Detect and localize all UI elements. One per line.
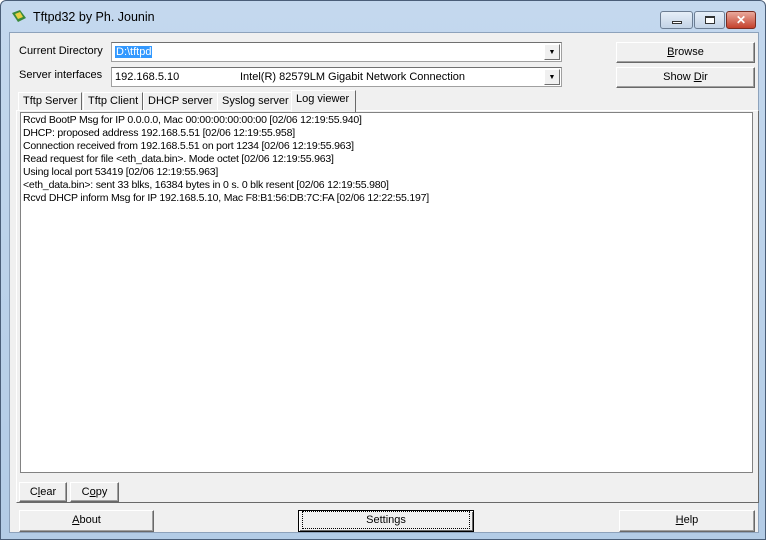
chevron-down-icon[interactable]: ▼ xyxy=(544,44,560,60)
log-line: Connection received from 192.168.5.51 on… xyxy=(23,140,354,152)
log-textarea[interactable]: Rcvd BootP Msg for IP 0.0.0.0, Mac 00:00… xyxy=(20,112,753,473)
app-icon xyxy=(12,10,26,22)
log-line: Read request for file <eth_data.bin>. Mo… xyxy=(23,153,334,165)
current-directory-value[interactable]: D:\tftpd xyxy=(115,46,153,58)
window-title: Tftpd32 by Ph. Jounin xyxy=(33,10,155,24)
server-interfaces-combo[interactable]: 192.168.5.10 Intel(R) 82579LM Gigabit Ne… xyxy=(111,67,562,87)
clear-button[interactable]: Clear xyxy=(19,482,67,502)
log-line: Rcvd BootP Msg for IP 0.0.0.0, Mac 00:00… xyxy=(23,114,362,126)
minimize-icon xyxy=(672,21,682,24)
tab-tftp-client[interactable]: Tftp Client xyxy=(83,92,144,111)
close-button[interactable]: ✕ xyxy=(726,11,756,29)
help-button[interactable]: Help xyxy=(619,510,755,532)
log-line: DHCP: proposed address 192.168.5.51 [02/… xyxy=(23,127,295,139)
maximize-button[interactable] xyxy=(694,11,725,29)
tab-log-viewer[interactable]: Log viewer xyxy=(291,90,356,112)
about-button[interactable]: About xyxy=(19,510,154,532)
server-interfaces-label: Server interfaces xyxy=(19,69,103,81)
current-directory-label: Current Directory xyxy=(19,45,103,57)
maximize-icon xyxy=(705,16,715,24)
show-dir-button[interactable]: Show Dir xyxy=(616,67,755,88)
log-line: Rcvd DHCP inform Msg for IP 192.168.5.10… xyxy=(23,192,429,204)
copy-button[interactable]: Copy xyxy=(70,482,119,502)
current-directory-combo[interactable]: D:\tftpd ▼ xyxy=(111,42,562,62)
browse-button[interactable]: Browse xyxy=(616,42,755,63)
server-interface-name: Intel(R) 82579LM Gigabit Network Connect… xyxy=(240,71,466,83)
close-icon: ✕ xyxy=(735,13,747,27)
tab-tftp-server[interactable]: Tftp Server xyxy=(18,92,83,111)
minimize-button[interactable] xyxy=(660,11,693,29)
server-interface-ip: 192.168.5.10 xyxy=(115,71,180,83)
log-line: <eth_data.bin>: sent 33 blks, 16384 byte… xyxy=(23,179,389,191)
settings-button[interactable]: Settings xyxy=(298,510,474,532)
chevron-down-icon[interactable]: ▼ xyxy=(544,69,560,85)
tab-syslog-server[interactable]: Syslog server xyxy=(217,92,294,111)
tab-dhcp-server[interactable]: DHCP server xyxy=(143,92,218,111)
app-window: Tftpd32 by Ph. Jounin ✕ Current Director… xyxy=(0,0,766,540)
log-line: Using local port 53419 [02/06 12:19:55.9… xyxy=(23,166,219,178)
